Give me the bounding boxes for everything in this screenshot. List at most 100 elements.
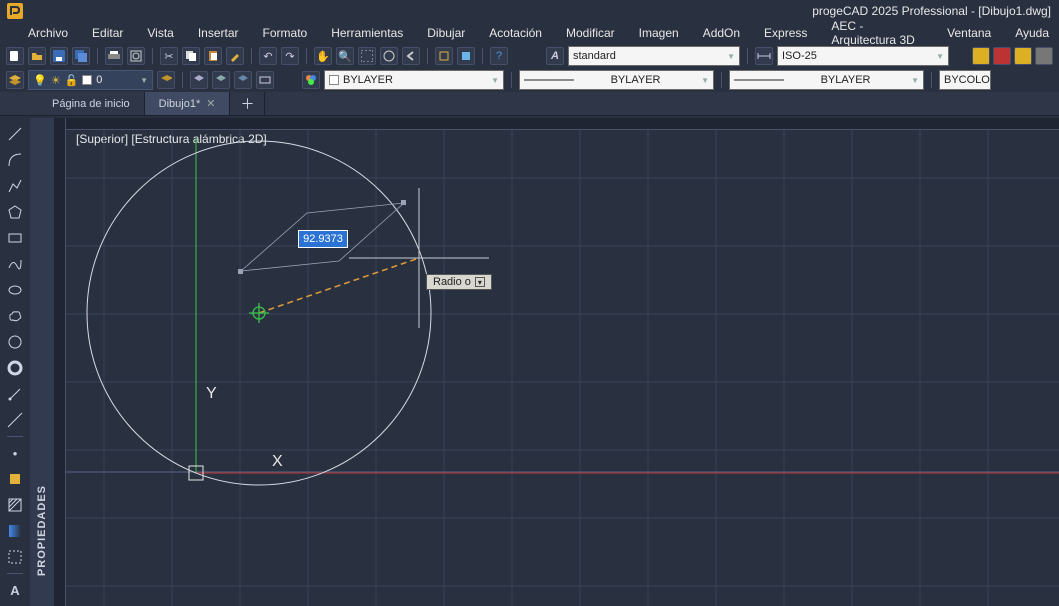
layer-manager-icon[interactable] — [6, 71, 24, 89]
lightbulb-icon: 💡 — [33, 74, 47, 87]
properties-panel-collapsed[interactable]: PROPIEDADES — [30, 118, 54, 606]
menu-dibujar[interactable]: Dibujar — [417, 24, 475, 42]
spline-tool-icon[interactable] — [5, 254, 25, 274]
mtext-tool-icon[interactable]: A — [5, 580, 25, 600]
menu-express[interactable]: Express — [754, 24, 817, 42]
new-file-icon[interactable] — [6, 47, 24, 65]
menu-formato[interactable]: Formato — [253, 24, 318, 42]
tab-new-button[interactable]: ＋ — [230, 92, 265, 115]
paste-icon[interactable] — [204, 47, 222, 65]
solid-gray-icon[interactable] — [1035, 47, 1053, 65]
circle-tool-icon[interactable] — [5, 332, 25, 352]
style-icon[interactable]: A — [546, 47, 564, 65]
plot-style-dropdown[interactable]: BYCOLOR — [939, 70, 991, 90]
color-value: BYLAYER — [343, 74, 393, 86]
solid-yellow2-icon[interactable] — [1014, 47, 1032, 65]
dropdown-hint-icon: ▾ — [475, 277, 485, 287]
zoom-in-icon[interactable]: 🔍 — [336, 47, 354, 65]
zoom-window-icon[interactable] — [358, 47, 376, 65]
zoom-prev-icon[interactable] — [402, 47, 420, 65]
match-icon[interactable] — [226, 47, 244, 65]
undo-icon[interactable]: ↶ — [259, 47, 277, 65]
gradient-tool-icon[interactable] — [5, 521, 25, 541]
plot-style-value: BYCOLOR — [944, 74, 991, 86]
layer-tool-b-icon[interactable] — [212, 71, 230, 89]
layer-tool-c-icon[interactable] — [234, 71, 252, 89]
redo-icon[interactable]: ↷ — [281, 47, 299, 65]
line-sample-icon — [734, 78, 784, 82]
line-tool-icon[interactable] — [5, 124, 25, 144]
region-tool-icon[interactable] — [5, 547, 25, 567]
open-file-icon[interactable] — [28, 47, 46, 65]
layer-name: 0 — [96, 74, 102, 86]
document-tabs: Página de inicio Dibujo1* ✕ ＋ — [0, 92, 1059, 116]
drawing-canvas[interactable]: [Superior] [Estructura alámbrica 2D] — [54, 118, 1059, 606]
menu-insertar[interactable]: Insertar — [188, 24, 249, 42]
dim-style-icon[interactable] — [755, 47, 773, 65]
ray-tool-icon[interactable] — [5, 384, 25, 404]
color-dropdown[interactable]: BYLAYER ▼ — [324, 70, 504, 90]
text-style-value: standard — [573, 50, 616, 62]
tool-b-icon[interactable] — [457, 47, 475, 65]
layer-tool-d-icon[interactable] — [256, 71, 274, 89]
layer-tool-a-icon[interactable] — [190, 71, 208, 89]
tab-home[interactable]: Página de inicio — [38, 92, 145, 115]
point-tool-icon[interactable]: • — [5, 443, 25, 463]
linetype-dropdown[interactable]: BYLAYER ▼ — [519, 70, 714, 90]
solid-yellow-icon[interactable] — [972, 47, 990, 65]
help-icon[interactable]: ? — [490, 47, 508, 65]
menu-aec[interactable]: AEC - Arquitectura 3D — [821, 17, 933, 49]
ellipse-tool-icon[interactable] — [5, 280, 25, 300]
command-tooltip: Radio o ▾ — [426, 274, 492, 290]
pan-icon[interactable]: ✋ — [314, 47, 332, 65]
svg-text:Y: Y — [206, 385, 217, 402]
toolbar-row-1: ✂ ↶ ↷ ✋ 🔍 ? A standard ▼ ISO-25 ▼ — [0, 44, 1059, 68]
menu-modificar[interactable]: Modificar — [556, 24, 625, 42]
linetype-value: BYLAYER — [611, 74, 661, 86]
menu-addon[interactable]: AddOn — [693, 24, 750, 42]
hatch-tool-icon[interactable] — [5, 495, 25, 515]
lineweight-value: BYLAYER — [821, 74, 871, 86]
polyline-tool-icon[interactable] — [5, 176, 25, 196]
copy-icon[interactable] — [182, 47, 200, 65]
layer-prev-icon[interactable] — [157, 71, 175, 89]
menu-herramientas[interactable]: Herramientas — [321, 24, 413, 42]
menu-imagen[interactable]: Imagen — [629, 24, 689, 42]
menu-editar[interactable]: Editar — [82, 24, 133, 42]
tool-a-icon[interactable] — [435, 47, 453, 65]
menu-ayuda[interactable]: Ayuda — [1005, 24, 1059, 42]
draw-toolbar: • A — [0, 118, 30, 606]
lock-icon: 🔓 — [65, 74, 79, 87]
dim-style-dropdown[interactable]: ISO-25 ▼ — [777, 46, 949, 66]
xline-tool-icon[interactable] — [5, 410, 25, 430]
close-icon[interactable]: ✕ — [206, 97, 215, 110]
layer-dropdown[interactable]: 💡 ☀ 🔓 0 ▼ — [28, 70, 153, 90]
zoom-extents-icon[interactable] — [380, 47, 398, 65]
block-tool-icon[interactable] — [5, 469, 25, 489]
color-picker-icon[interactable] — [302, 71, 320, 89]
arc-tool-icon[interactable] — [5, 150, 25, 170]
lineweight-dropdown[interactable]: BYLAYER ▼ — [729, 70, 924, 90]
save-all-icon[interactable] — [72, 47, 90, 65]
print-preview-icon[interactable] — [127, 47, 145, 65]
tab-drawing-1[interactable]: Dibujo1* ✕ — [145, 92, 231, 115]
chevron-down-icon: ▼ — [727, 52, 735, 61]
chevron-down-icon: ▼ — [701, 76, 709, 85]
text-style-dropdown[interactable]: standard ▼ — [568, 46, 740, 66]
polygon-tool-icon[interactable] — [5, 202, 25, 222]
tooltip-text: Radio o — [433, 276, 471, 288]
donut-tool-icon[interactable] — [5, 358, 25, 378]
menu-vista[interactable]: Vista — [137, 24, 183, 42]
cut-icon[interactable]: ✂ — [160, 47, 178, 65]
save-icon[interactable] — [50, 47, 68, 65]
rectangle-tool-icon[interactable] — [5, 228, 25, 248]
dynamic-radius-input[interactable]: 92.9373 — [298, 230, 348, 248]
chevron-down-icon: ▼ — [491, 76, 499, 85]
revcloud-tool-icon[interactable] — [5, 306, 25, 326]
menu-acotacion[interactable]: Acotación — [479, 24, 552, 42]
menu-ventana[interactable]: Ventana — [937, 24, 1001, 42]
solid-red-icon[interactable] — [993, 47, 1011, 65]
menu-archivo[interactable]: Archivo — [18, 24, 78, 42]
tab-drawing-label: Dibujo1* — [159, 98, 201, 110]
print-icon[interactable] — [105, 47, 123, 65]
